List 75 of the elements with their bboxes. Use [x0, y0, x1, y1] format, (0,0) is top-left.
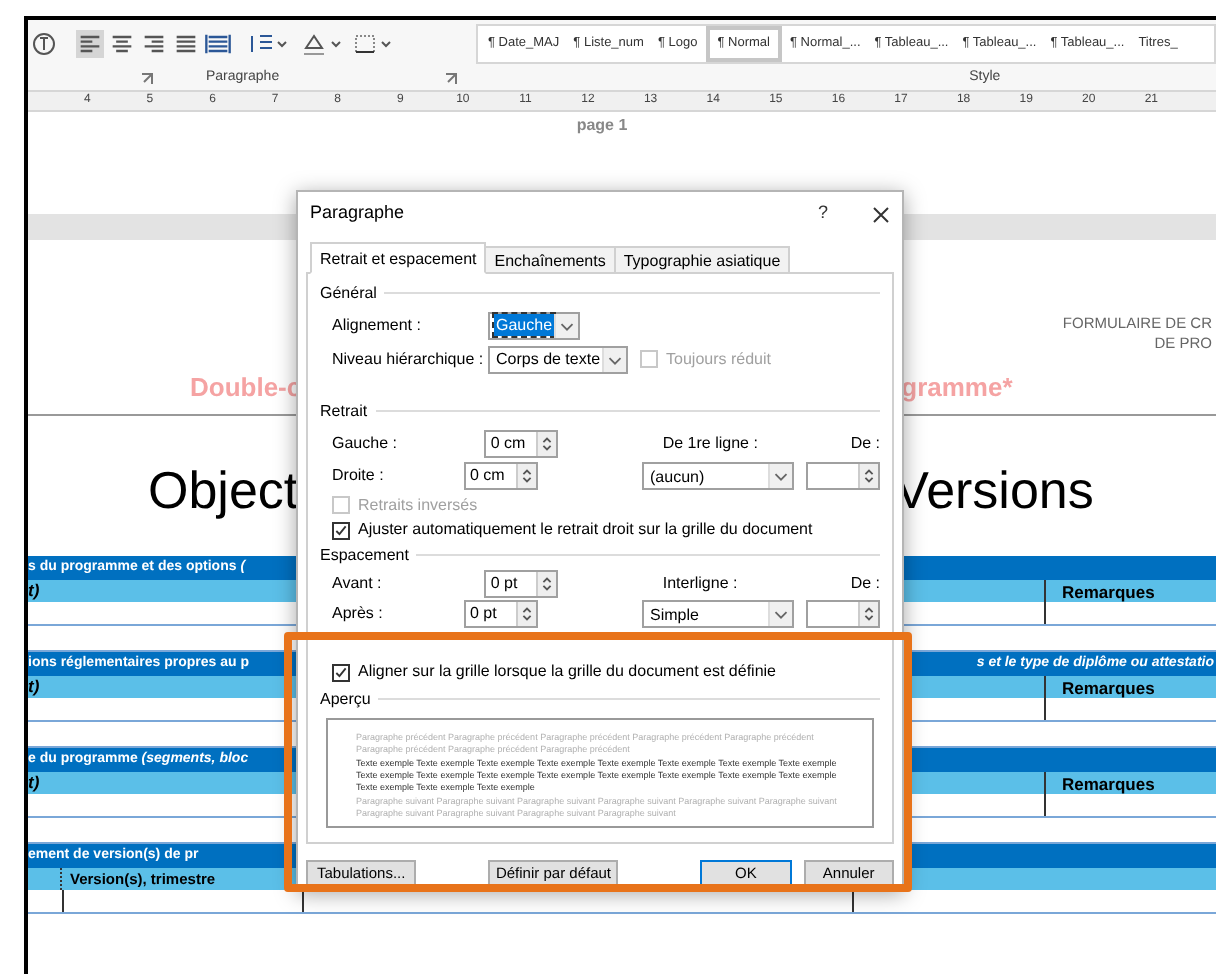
spin-field[interactable]: 0 cm	[484, 430, 559, 458]
close-icon[interactable]	[872, 205, 890, 223]
group-title: Aperçu	[320, 687, 371, 711]
document-title: Versions	[894, 460, 1094, 520]
spin-value: 0 pt	[488, 571, 520, 595]
spin-field[interactable]: 0 pt	[464, 600, 538, 628]
dropdown[interactable]: Gauche	[488, 311, 581, 339]
spin-value: 0 pt	[468, 602, 499, 626]
spin-arrows-icon	[536, 571, 557, 595]
document-subtitle: gramme*	[901, 370, 1013, 407]
field-label: De :	[850, 432, 880, 456]
line-spacing-icon[interactable]	[248, 32, 288, 56]
help-button[interactable]: ?	[813, 200, 832, 228]
group-title: Espacement	[320, 543, 409, 567]
column-heading: t)	[28, 674, 40, 700]
align-center-icon[interactable]	[108, 30, 136, 58]
dropdown-value: Corps de texte	[494, 348, 603, 370]
spin-arrows-icon	[858, 464, 878, 488]
column-heading: Remarques	[1044, 772, 1216, 794]
spin-field[interactable]	[806, 600, 880, 628]
align-left-icon[interactable]	[76, 30, 104, 58]
field-label: Avant :	[332, 573, 382, 591]
field-label: De :	[850, 571, 880, 595]
dialog-launcher-icon[interactable]	[443, 72, 458, 86]
chevron-down-icon	[768, 602, 792, 626]
checkbox-label: Ajuster automatiquement le retrait droit sur la grille du document	[358, 518, 813, 542]
spin-arrows-icon	[536, 432, 557, 456]
dropdown[interactable]: (aucun)	[642, 462, 794, 490]
field-label: Droite :	[332, 466, 384, 484]
dropdown-value: Gauche	[494, 314, 555, 336]
checkbox[interactable]	[332, 663, 350, 681]
chevron-down-icon	[554, 313, 579, 337]
dialog-tab[interactable]: Typographie asiatique	[613, 246, 791, 274]
chevron-down-icon	[768, 464, 792, 488]
column-heading: t)	[28, 578, 40, 604]
field-label: De 1re ligne :	[662, 434, 758, 452]
group-title: Retrait	[320, 399, 368, 423]
spin-arrows-icon	[516, 602, 536, 626]
field-label: Interligne :	[662, 573, 738, 591]
field-label: Niveau hiérarchique :	[332, 349, 484, 367]
checkbox-label: Retraits inversés	[358, 493, 478, 517]
spin-field[interactable]: 0 cm	[464, 462, 538, 490]
dropdown[interactable]: Corps de texte	[488, 345, 629, 373]
dialog-tab[interactable]: Retrait et espacement	[310, 242, 487, 274]
checkbox-label: Aligner sur la grille lorsque la grille du document est définie	[358, 660, 776, 684]
checkbox[interactable]	[332, 521, 350, 539]
spin-field[interactable]	[806, 462, 880, 490]
field-label: Alignement :	[332, 315, 421, 333]
dropdown-value: Simple	[648, 603, 701, 625]
field-label: Après :	[332, 604, 383, 622]
document-subtitle: Double-c	[190, 370, 302, 407]
spin-value: 0 cm	[468, 464, 507, 488]
justify-icon[interactable]	[172, 30, 200, 58]
shading-icon[interactable]	[300, 32, 344, 56]
dropdown[interactable]: Simple	[642, 600, 794, 628]
spin-value: 0 cm	[488, 432, 528, 456]
column-heading: Remarques	[1044, 676, 1216, 698]
spin-field[interactable]: 0 pt	[484, 569, 559, 597]
align-right-icon[interactable]	[140, 30, 168, 58]
column-heading: Remarques	[1044, 580, 1216, 602]
spin-arrows-icon	[516, 464, 536, 488]
column-heading: t)	[28, 770, 40, 796]
dialog-tab[interactable]: Enchaînements	[484, 246, 616, 274]
page-label: page 1	[576, 114, 628, 138]
borders-icon[interactable]	[352, 32, 396, 56]
dialog-title: Paragraphe	[310, 200, 405, 227]
dropdown-value: (aucun)	[648, 465, 707, 487]
group-title: Général	[320, 281, 377, 305]
chevron-down-icon	[602, 347, 627, 371]
field-label: Gauche :	[332, 434, 397, 452]
spin-arrows-icon	[858, 602, 878, 626]
dialog-launcher-icon[interactable]	[140, 72, 154, 86]
document-title: Object	[148, 460, 299, 520]
distributed-icon[interactable]	[204, 30, 232, 58]
checkbox-label: Toujours réduit	[666, 347, 772, 371]
